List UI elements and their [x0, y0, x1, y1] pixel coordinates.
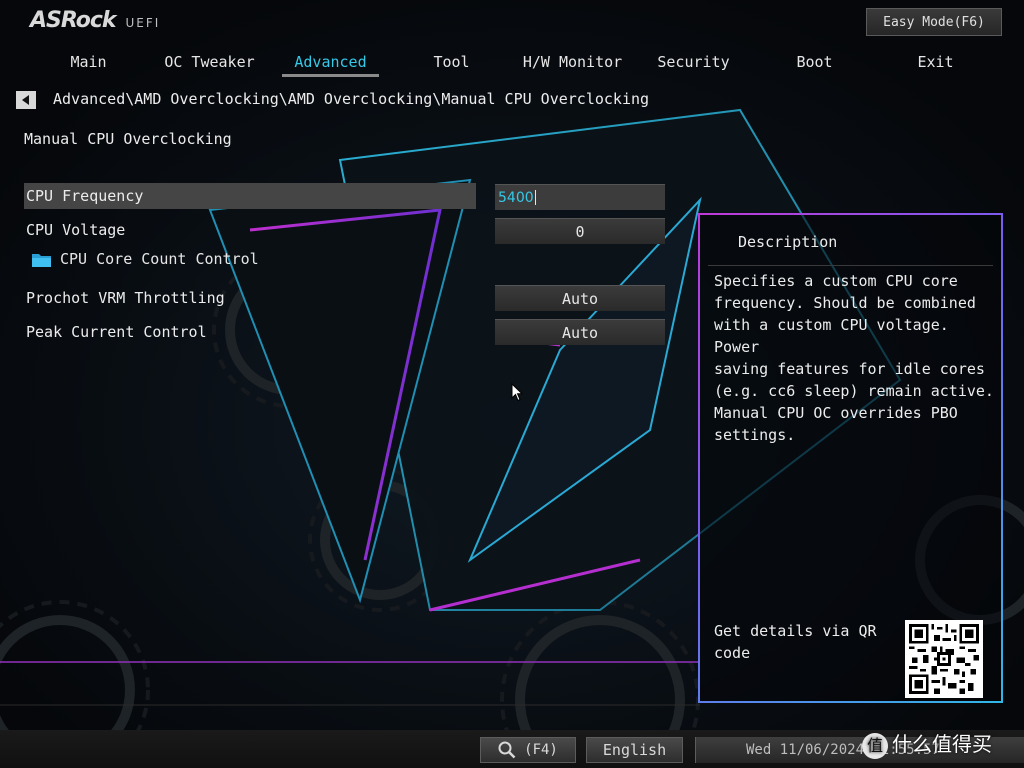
- description-divider: [708, 265, 993, 266]
- cpu-voltage-field[interactable]: 0: [495, 218, 665, 244]
- watermark-text: 什么值得买: [892, 732, 992, 756]
- brand-subtitle: UEFI: [125, 16, 161, 30]
- language-button[interactable]: English: [586, 737, 683, 763]
- tab-exit[interactable]: Exit: [875, 50, 996, 78]
- tab-oc-tweaker[interactable]: OC Tweaker: [149, 50, 270, 78]
- folder-icon: [32, 253, 51, 267]
- search-icon: [498, 741, 516, 759]
- text-caret: [534, 190, 536, 205]
- cpu-frequency-value: 5400: [498, 189, 534, 206]
- tab-main[interactable]: Main: [28, 50, 149, 78]
- search-shortcut-label: (F4): [524, 742, 558, 758]
- peak-current-control-label[interactable]: Peak Current Control: [24, 319, 207, 345]
- cpu-core-count-control-item[interactable]: CPU Core Count Control: [31, 250, 259, 268]
- qr-code-image: [905, 620, 983, 698]
- watermark-badge: 值: [862, 732, 888, 759]
- mouse-pointer-icon: [511, 383, 523, 402]
- peak-current-control-dropdown[interactable]: Auto: [495, 319, 665, 345]
- description-title: Description: [738, 233, 838, 251]
- asrock-logo: ASRock UEFI: [30, 8, 160, 38]
- tab-tool[interactable]: Tool: [391, 50, 512, 78]
- easy-mode-button[interactable]: Easy Mode(F6): [866, 8, 1002, 36]
- cpu-frequency-label[interactable]: CPU Frequency: [24, 183, 476, 209]
- page-title: Manual CPU Overclocking: [24, 130, 232, 148]
- tab-hw-monitor[interactable]: H/W Monitor: [512, 50, 633, 78]
- description-text: Specifies a custom CPU core frequency. S…: [714, 272, 994, 444]
- breadcrumb: Advanced\AMD Overclocking\AMD Overclocki…: [53, 90, 650, 108]
- arrow-left-icon: [22, 95, 29, 105]
- cpu-voltage-label[interactable]: CPU Voltage: [24, 217, 125, 243]
- prochot-vrm-throttling-dropdown[interactable]: Auto: [495, 285, 665, 311]
- brand-name: ASRock: [30, 8, 117, 33]
- cpu-core-count-control-label: CPU Core Count Control: [60, 250, 259, 268]
- qr-details-text: Get details via QR code: [714, 622, 877, 662]
- site-watermark: 值什么值得买: [862, 728, 992, 759]
- prochot-vrm-throttling-label[interactable]: Prochot VRM Throttling: [24, 285, 225, 311]
- cpu-frequency-input[interactable]: 5400: [495, 184, 665, 210]
- main-tabs: Main OC Tweaker Advanced Tool H/W Monito…: [28, 50, 996, 78]
- description-panel: Description Specifies a custom CPU core …: [698, 213, 1003, 703]
- tab-security[interactable]: Security: [633, 50, 754, 78]
- tab-advanced[interactable]: Advanced: [270, 50, 391, 78]
- search-button[interactable]: (F4): [480, 737, 576, 763]
- back-button[interactable]: [16, 91, 36, 109]
- qr-code-icon: [909, 624, 979, 694]
- tab-boot[interactable]: Boot: [754, 50, 875, 78]
